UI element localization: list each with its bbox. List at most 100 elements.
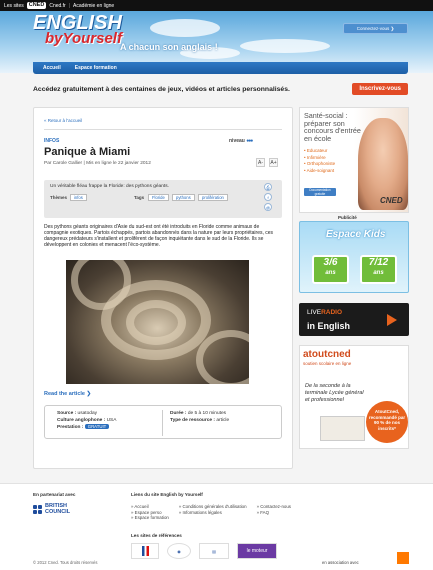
facebook-icon[interactable]: f [264,193,272,201]
list-item: • Orthophoniste [304,161,336,166]
play-icon[interactable] [387,314,397,326]
cned-ad-logo: CNED [380,196,403,205]
meta-prestation: Prestation : GRATUIT [57,424,116,432]
separator: | [68,2,71,9]
tags-label: Tags [134,195,145,200]
promo-banner: Accédez gratuitement à des centaines de … [33,81,408,97]
ad-sante-title: Santé-social : préparer son concours d'e… [304,111,361,143]
article-paragraph: Des pythons géants originaires d'Asie du… [44,224,274,248]
atoutcned-banner[interactable]: atoutcned soutien scolaire en ligne De l… [299,345,409,449]
book-illustration [320,416,365,441]
kids-age-7-12[interactable]: 7/12 ans [360,255,397,284]
ministere-enseignement-logo[interactable]: ▤ [199,543,229,559]
links-col3: » Contactez-nous » FAQ [257,504,291,521]
tag-proliferation[interactable]: prolifération [198,194,228,201]
font-increase-button[interactable]: A+ [269,158,278,167]
type-label: Type de ressource : [170,417,215,423]
prestation-label: Prestation : [57,425,84,430]
source-value: usatoday [77,411,98,416]
brand-line2: byYourself [45,30,122,47]
cloud-decoration [240,39,330,53]
atout-subtitle: soutien scolaire en ligne [303,361,352,366]
read-article-link[interactable]: Read the article ❯ [44,391,91,397]
footer-links: » Accueil » Espace perso » Espace format… [131,504,291,521]
british-council-logo[interactable]: BRITISH COUNCIL [33,503,71,515]
print-icon[interactable]: ⎙ [264,183,272,191]
font-size-tools: A- A+ [256,158,278,167]
links-col1: » Accueil » Espace perso » Espace format… [131,504,169,521]
live-radio-banner[interactable]: LIVERADIO in English [299,303,409,336]
tag-floride[interactable]: Floride [148,194,169,201]
type-value: article [216,417,230,423]
kids-age-3-6[interactable]: 3/6 ans [312,255,349,284]
link-cned[interactable]: Cned.fr [49,3,65,9]
age-range: 3/6 [323,257,338,268]
le-moteur-logo[interactable]: le moteur [237,543,277,559]
ad-sante-list: • Educateur • Infirmière • Orthophoniste… [304,148,335,174]
link-academie[interactable]: Académie en ligne [73,3,114,9]
age-unit: ans [325,270,336,276]
footer-link-contact[interactable]: » Contactez-nous [257,504,291,510]
footer-link-espace-formation[interactable]: » Espace formation [131,515,169,521]
main-nav: Accueil Espace formation [33,62,408,74]
meta-col-left: Source : usatoday Culture anglophone : U… [57,411,116,432]
byline: Par Carole Gallier | Mis en ligne le 22 … [44,161,151,166]
radio-word: RADIO [321,309,343,316]
share-tools: ⎙ f @ [264,183,272,211]
eduscol-logo[interactable]: ◉ [167,543,191,559]
radio-logo: LIVERADIO [307,309,342,316]
site-footer: En partenariat avec BRITISH COUNCIL Lien… [0,483,433,570]
espace-kids-banner[interactable]: Espace Kids 3/6 ans 7/12 ans [299,221,409,293]
ministere-logo[interactable] [131,543,159,559]
kids-title: Espace Kids [326,229,386,240]
nav-item-accueil[interactable]: Accueil [43,65,61,71]
connect-button[interactable]: Connectez-vous ❯ [343,23,408,34]
partner-name-2: COUNCIL [45,508,71,515]
article-title: Panique à Miami [44,146,131,158]
article-metadata: Source : usatoday Culture anglophone : U… [44,405,282,439]
footer-link-cgu[interactable]: » Conditions générales d'utilisation [179,504,247,510]
duree-label: Durée : [170,411,187,416]
python-photo [66,260,249,384]
level-indicator: niveau ●●● [229,138,253,144]
british-council-icon [33,505,42,514]
footer-link-faq[interactable]: » FAQ [257,510,291,516]
article-category: INFOS [44,138,60,144]
font-decrease-button[interactable]: A- [256,158,265,167]
sites-label: Les sites [4,2,24,9]
reference-logos: ◉ ▤ le moteur [131,543,277,559]
links-title: Liens du site English by Yourself [131,492,203,497]
radio-subtitle: in English [307,321,351,331]
ad-sante-social[interactable]: Santé-social : préparer son concours d'e… [299,107,409,213]
partner-title: En partenariat avec [33,492,76,497]
nav-item-espace-formation[interactable]: Espace formation [75,65,117,71]
cned-logo[interactable]: CNED [26,2,47,9]
age-range: 7/12 [368,257,389,268]
site-logo[interactable]: ENGLISH byYourself [33,13,122,47]
back-link[interactable]: « Retour à l'accueil [44,118,82,123]
documentation-button[interactable]: Documentation gratuite [304,188,336,196]
culture-value: USA [106,417,117,423]
signup-button[interactable]: Inscrivez-vous [352,83,408,95]
atout-title: atoutcned [303,349,351,360]
prestation-badge: GRATUIT [84,424,110,429]
radio-live: LIVE [307,309,322,316]
atout-text: De la seconde à la terminale Lycée génér… [305,383,364,403]
themes-label: Thèmes [50,195,68,200]
orange-logo[interactable] [397,552,409,564]
footer-link-legal[interactable]: » Informations légales [179,510,247,516]
cloud-decoration [150,19,220,37]
meta-col-right: Durée : de 5 à 10 minutes Type de ressou… [170,411,229,424]
network-bar: Les sites CNED Cned.fr | Académie en lig… [0,0,433,11]
list-item: • Aide-soignant [304,167,335,173]
british-council-name: BRITISH COUNCIL [45,503,71,515]
article-panel: « Retour à l'accueil INFOS niveau ●●● Pa… [33,107,293,469]
theme-tag[interactable]: infos [70,194,87,201]
divider [162,410,163,436]
publish-date: Mis en ligne le 22 janvier 2012 [86,161,151,166]
meta-type: Type de ressource : article [170,418,229,425]
article-info-box: Un véritable fléau frappe la Floride: de… [44,180,282,218]
tag-pythons[interactable]: pythons [172,194,195,201]
email-icon[interactable]: @ [264,203,272,211]
level-dots: ●●● [246,138,253,144]
